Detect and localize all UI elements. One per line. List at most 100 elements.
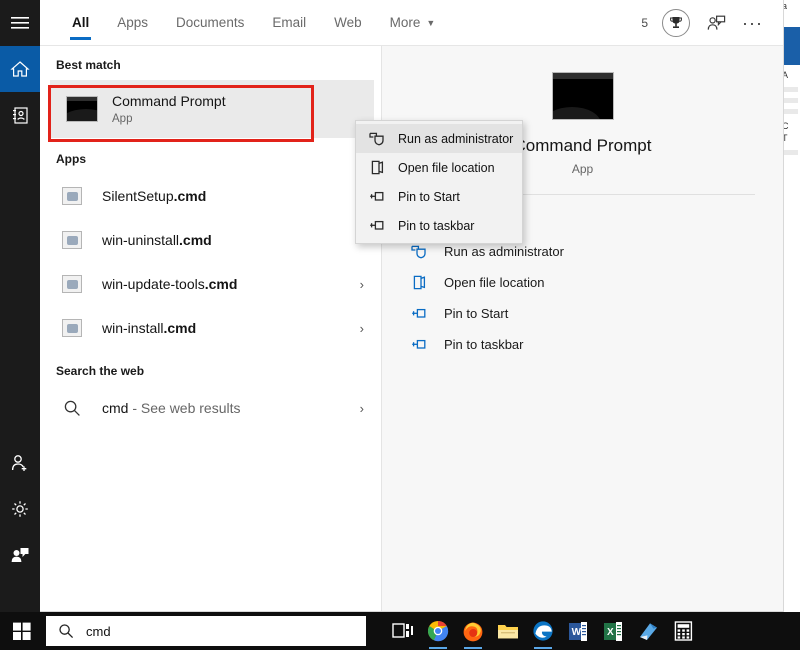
tab-label: Email xyxy=(272,15,306,30)
web-search-text: cmd - See web results xyxy=(102,399,241,417)
bg-divider xyxy=(782,98,798,103)
context-menu-label: Pin to taskbar xyxy=(398,219,474,233)
feedback-icon xyxy=(707,14,726,32)
search-web-heading: Search the web xyxy=(40,350,380,386)
sidebar-item-settings[interactable] xyxy=(0,486,40,532)
taskbar-search-input[interactable]: cmd xyxy=(46,616,366,646)
context-menu-item-open-file-location[interactable]: Open file location xyxy=(356,153,522,182)
microsoft-word-icon[interactable]: W xyxy=(563,616,593,646)
shield-admin-icon xyxy=(366,131,388,146)
action-open-file-location[interactable]: Open file location xyxy=(382,267,783,298)
tab-web[interactable]: Web xyxy=(320,0,376,46)
rewards-count: 5 xyxy=(641,16,648,30)
app-extension: .cmd xyxy=(179,232,212,248)
best-match-text: Command Prompt App xyxy=(112,92,226,127)
folder-open-icon xyxy=(366,160,388,175)
app-name: win-install.cmd xyxy=(102,319,196,337)
account-add-icon xyxy=(10,453,30,473)
bg-divider xyxy=(782,87,798,92)
tab-label: Web xyxy=(334,15,362,30)
header-actions: 5 ··· xyxy=(641,9,783,37)
chevron-down-icon: ▼ xyxy=(426,18,435,28)
trophy-icon xyxy=(668,15,684,31)
tab-label: All xyxy=(72,15,89,30)
list-item[interactable]: win-install.cmd › xyxy=(40,306,380,350)
web-search-item[interactable]: cmd - See web results › xyxy=(40,386,380,430)
bg-divider xyxy=(782,150,798,155)
search-header: All Apps Documents Email Web More ▼ 5 xyxy=(40,0,783,46)
list-item[interactable]: SilentSetup.cmd › xyxy=(40,174,380,218)
sidebar-item-home[interactable] xyxy=(0,46,40,92)
context-menu-item-run-as-administrator[interactable]: Run as administrator xyxy=(356,124,522,153)
home-icon xyxy=(10,59,30,79)
pin-icon xyxy=(366,219,388,233)
list-item[interactable]: win-uninstall.cmd › xyxy=(40,218,380,262)
cmd-script-icon xyxy=(56,319,88,337)
microsoft-edge-icon[interactable] xyxy=(528,616,558,646)
hamburger-icon xyxy=(11,16,29,30)
tab-label: More xyxy=(390,15,421,30)
context-menu-item-pin-to-start[interactable]: Pin to Start xyxy=(356,182,522,211)
app-base-name: win-update-tools xyxy=(102,276,205,292)
apps-heading: Apps xyxy=(40,138,380,174)
tab-email[interactable]: Email xyxy=(258,0,320,46)
tab-documents[interactable]: Documents xyxy=(162,0,258,46)
calculator-icon[interactable] xyxy=(668,616,698,646)
action-pin-to-taskbar[interactable]: Pin to taskbar xyxy=(382,329,783,360)
windows-start-icon[interactable] xyxy=(0,612,44,650)
best-match-subtitle: App xyxy=(112,112,226,127)
google-chrome-icon[interactable] xyxy=(423,616,453,646)
cmd-script-icon xyxy=(56,231,88,249)
context-menu-label: Pin to Start xyxy=(398,190,460,204)
sidebar-item-notebook[interactable] xyxy=(0,92,40,138)
web-query: cmd xyxy=(102,400,128,416)
taskbar-app-icons: W X xyxy=(388,616,698,646)
pin-icon xyxy=(408,338,430,352)
app-base-name: win-install xyxy=(102,320,163,336)
best-match-result[interactable]: Command Prompt App xyxy=(50,80,374,138)
action-label: Run as administrator xyxy=(444,244,564,259)
sticky-notes-icon[interactable] xyxy=(633,616,663,646)
hamburger-menu-button[interactable] xyxy=(0,0,40,46)
cmd-script-icon xyxy=(56,187,88,205)
action-label: Pin to taskbar xyxy=(444,337,524,352)
feedback-button[interactable] xyxy=(704,11,728,35)
tab-more[interactable]: More ▼ xyxy=(376,0,450,46)
chevron-right-icon[interactable]: › xyxy=(360,401,370,416)
search-filter-tabs: All Apps Documents Email Web More ▼ xyxy=(58,0,449,46)
search-results-pane: Best match Command Prompt App Apps Silen… xyxy=(40,46,380,611)
tab-label: Documents xyxy=(176,15,244,30)
tab-apps[interactable]: Apps xyxy=(103,0,162,46)
notebook-icon xyxy=(11,106,30,125)
task-view-icon[interactable] xyxy=(388,616,418,646)
rewards-button[interactable] xyxy=(662,9,690,37)
context-menu-item-pin-to-taskbar[interactable]: Pin to taskbar xyxy=(356,211,522,240)
action-label: Open file location xyxy=(444,275,544,290)
app-extension: .cmd xyxy=(174,188,207,204)
microsoft-excel-icon[interactable]: X xyxy=(598,616,628,646)
app-name: win-uninstall.cmd xyxy=(102,231,212,249)
file-explorer-icon[interactable] xyxy=(493,616,523,646)
tab-label: Apps xyxy=(117,15,148,30)
list-item[interactable]: win-update-tools.cmd › xyxy=(40,262,380,306)
folder-open-icon xyxy=(408,275,430,290)
search-icon xyxy=(58,623,74,639)
context-menu: Run as administrator Open file location … xyxy=(355,120,523,244)
app-extension: .cmd xyxy=(163,320,196,336)
preview-app-icon xyxy=(382,72,783,120)
shield-admin-icon xyxy=(408,244,430,259)
mozilla-firefox-icon[interactable] xyxy=(458,616,488,646)
app-name: SilentSetup.cmd xyxy=(102,187,206,205)
svg-text:X: X xyxy=(607,627,614,638)
sidebar-item-feedback[interactable] xyxy=(0,532,40,578)
sidebar-item-account[interactable] xyxy=(0,440,40,486)
tab-all[interactable]: All xyxy=(58,0,103,46)
action-pin-to-start[interactable]: Pin to Start xyxy=(382,298,783,329)
bg-divider xyxy=(782,109,798,114)
app-base-name: win-uninstall xyxy=(102,232,179,248)
search-input-value: cmd xyxy=(86,624,111,639)
more-options-button[interactable]: ··· xyxy=(742,18,763,28)
chevron-right-icon[interactable]: › xyxy=(360,277,370,292)
chevron-right-icon[interactable]: › xyxy=(360,321,370,336)
web-query-desc: - See web results xyxy=(128,400,240,416)
